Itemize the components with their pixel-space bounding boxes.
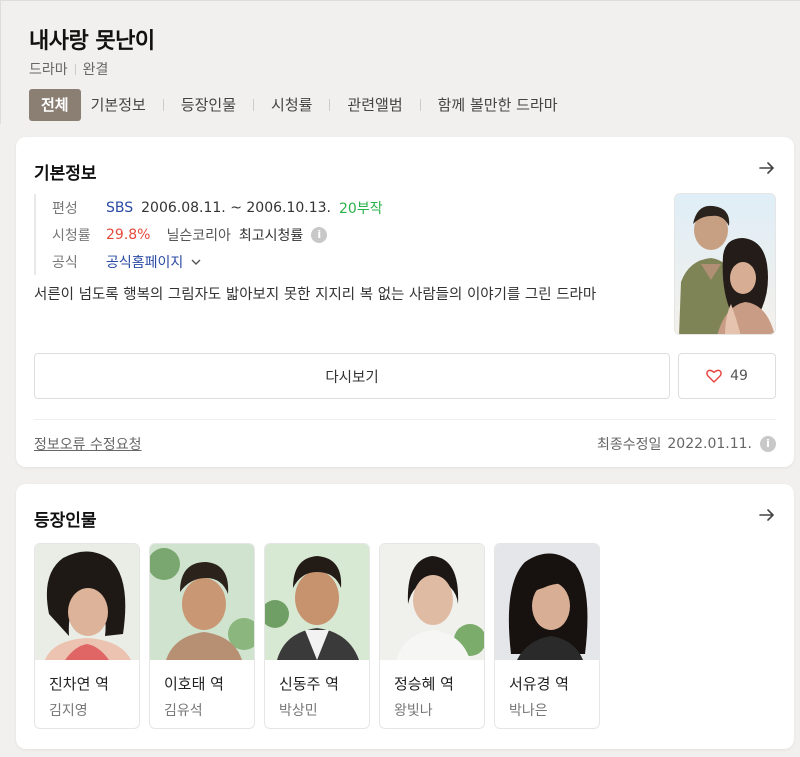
replay-button[interactable]: 다시보기 <box>34 353 670 399</box>
like-button[interactable]: 49 <box>678 353 776 399</box>
rating-label: 시청률 <box>52 227 91 244</box>
tab-all[interactable]: 전체 <box>29 89 81 121</box>
official-label: 공식 <box>52 254 78 271</box>
arrow-right-icon[interactable] <box>756 157 778 179</box>
cast-role: 신동주 역 <box>279 675 339 693</box>
cast-actor: 박나은 <box>509 703 548 719</box>
card-divider <box>34 419 776 420</box>
info-icon[interactable]: i <box>311 226 328 243</box>
updated-label: 최종수정일 <box>596 437 662 453</box>
tab-albums[interactable]: 관련앨범 <box>337 89 412 121</box>
official-homepage-link[interactable]: 공식홈페이지 <box>106 252 183 272</box>
actor-photo <box>495 544 599 660</box>
cast-card-item[interactable]: 정승혜 역 왕빛나 <box>379 543 485 729</box>
tab-divider <box>329 99 331 111</box>
tab-cast[interactable]: 등장인물 <box>171 89 246 121</box>
cast-card-item[interactable]: 진차연 역 김지영 <box>34 543 140 729</box>
cast-role: 이호태 역 <box>164 675 224 693</box>
info-list: 편성 SBS 2006.08.11. ~ 2006.10.13. 20부작 시청… <box>34 194 383 275</box>
rating-value: 29.8% <box>106 226 151 243</box>
cast-role: 서유경 역 <box>509 675 569 693</box>
cast-role: 진차연 역 <box>49 675 109 693</box>
cast-card-item[interactable]: 이호태 역 김유석 <box>149 543 255 729</box>
tab-divider <box>253 99 255 111</box>
tab-ratings[interactable]: 시청률 <box>261 89 322 121</box>
updated-date: 2022.01.11. <box>667 436 752 452</box>
official-row: 공식 공식홈페이지 <box>52 248 383 275</box>
actor-photo <box>35 544 139 660</box>
cast-role: 정승혜 역 <box>394 675 454 693</box>
edit-request-link[interactable]: 정보오류 수정요청 <box>34 434 142 454</box>
cast-card-item[interactable]: 신동주 역 박상민 <box>264 543 370 729</box>
broadcast-label: 편성 <box>52 200 78 217</box>
actor-photo <box>265 544 369 660</box>
cast-actor: 박상민 <box>279 703 318 719</box>
drama-poster[interactable] <box>674 193 776 335</box>
last-updated: 최종수정일 2022.01.11. i <box>597 434 776 454</box>
cast-title: 등장인물 <box>34 511 97 531</box>
drama-header: 내사랑 못난이 드라마 완결 전체 기본정보 등장인물 시청률 관련앨범 함께 … <box>0 0 800 124</box>
broadcast-row: 편성 SBS 2006.08.11. ~ 2006.10.13. 20부작 <box>52 194 383 221</box>
cast-actor: 김유석 <box>164 703 203 719</box>
actor-photo <box>380 544 484 660</box>
rating-row: 시청률 29.8% 닐슨코리아 최고시청률 i <box>52 221 383 248</box>
genre-label: 드라마 <box>29 62 68 78</box>
tab-recommended[interactable]: 함께 볼만한 드라마 <box>428 89 568 121</box>
drama-title: 내사랑 못난이 <box>29 29 155 54</box>
cast-card-item[interactable]: 서유경 역 박나은 <box>494 543 600 729</box>
episode-count: 20부작 <box>339 200 383 217</box>
meta-divider <box>74 63 76 75</box>
arrow-right-icon[interactable] <box>756 504 778 526</box>
broadcast-period: 2006.08.11. ~ 2006.10.13. <box>141 199 331 216</box>
cast-card: 등장인물 진차연 역 김지영 이호태 역 김유석 신동주 역 박상민 정승혜 역… <box>16 484 794 749</box>
basic-info-title: 기본정보 <box>34 164 97 184</box>
cast-list: 진차연 역 김지영 이호태 역 김유석 신동주 역 박상민 정승혜 역 왕빛나 … <box>34 543 609 729</box>
tab-divider <box>419 99 421 111</box>
status-label: 완결 <box>82 62 109 78</box>
info-icon[interactable]: i <box>760 436 776 452</box>
rating-source: 닐슨코리아 <box>166 227 231 244</box>
drama-description: 서른이 넘도록 행복의 그림자도 밟아보지 못한 지지리 복 없는 사람들의 이… <box>34 287 597 303</box>
channel-link[interactable]: SBS <box>106 200 133 216</box>
tab-basic-info[interactable]: 기본정보 <box>81 89 156 121</box>
cast-actor: 김지영 <box>49 703 88 719</box>
rating-note: 최고시청률 <box>238 227 304 244</box>
heart-icon <box>706 369 722 383</box>
tab-divider <box>162 99 164 111</box>
cast-actor: 왕빛나 <box>394 703 433 719</box>
actor-photo <box>150 544 254 660</box>
tab-bar: 전체 기본정보 등장인물 시청률 관련앨범 함께 볼만한 드라마 <box>29 89 568 121</box>
basic-info-card: 기본정보 편성 SBS 2006.08.11. ~ 2006.10.13. 20… <box>16 137 794 467</box>
chevron-down-icon[interactable] <box>189 255 203 269</box>
drama-meta: 드라마 완결 <box>29 59 108 79</box>
like-count: 49 <box>730 368 748 384</box>
